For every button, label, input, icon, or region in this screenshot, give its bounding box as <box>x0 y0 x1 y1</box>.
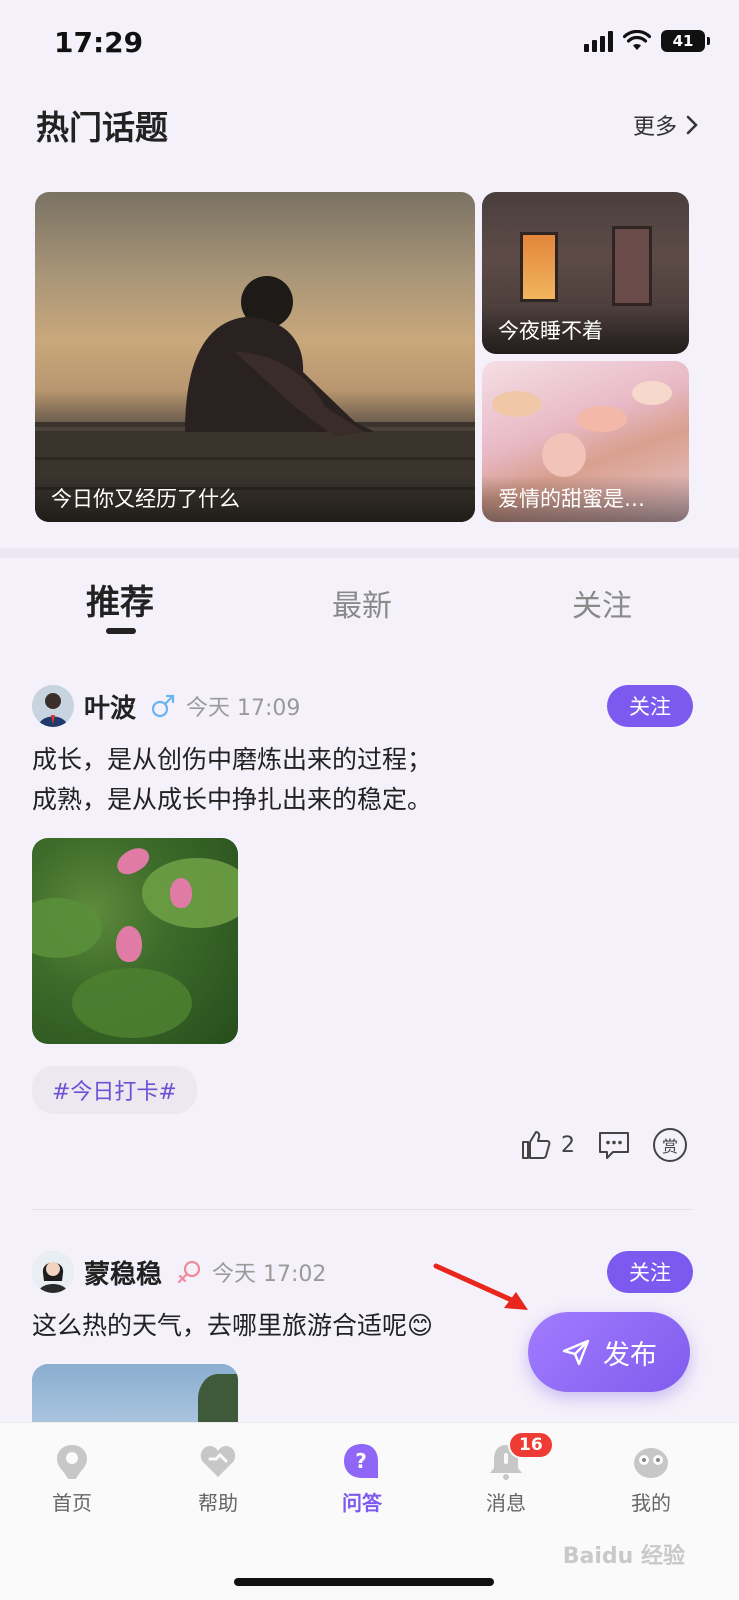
topic-label-love: 爱情的甜蜜是… <box>482 475 689 522</box>
status-bar: 17:29 41 <box>0 0 739 90</box>
like-button[interactable]: 2 <box>519 1128 575 1162</box>
hot-topics-title: 热门话题 <box>36 108 168 147</box>
bottom-tab-bar: 首页 帮助 ? 问答 16 消息 我的 Baidu 经验 <box>0 1422 739 1600</box>
author-name[interactable]: 蒙稳稳 <box>84 1254 162 1291</box>
svg-text:?: ? <box>355 1449 367 1473</box>
thumbs-up-icon <box>522 1131 551 1159</box>
author-name[interactable]: 叶波 <box>84 688 136 725</box>
post-text-line: 成长，是从创伤中磨炼出来的过程； <box>32 745 433 774</box>
tab-help[interactable]: 帮助 <box>178 1441 258 1516</box>
post-text: 成长，是从创伤中磨炼出来的过程； 成熟，是从成长中挣扎出来的稳定。 <box>32 740 693 820</box>
post-time: 今天 17:09 <box>186 696 301 721</box>
status-time: 17:29 <box>54 26 144 59</box>
bell-icon-wrap: 16 <box>486 1431 554 1481</box>
more-link[interactable]: 更多 <box>633 109 699 141</box>
male-icon <box>151 694 175 718</box>
sad-girl-image <box>35 276 475 522</box>
publish-button[interactable]: 发布 <box>528 1312 690 1392</box>
feed-tabs: 推荐 最新 关注 <box>0 575 739 635</box>
tab-recommend[interactable]: 推荐 <box>86 575 154 624</box>
macaron-image <box>492 391 542 417</box>
topic-card-main[interactable]: 今日你又经历了什么 <box>35 192 475 522</box>
post-image[interactable] <box>32 838 238 1044</box>
macaron-image <box>542 433 586 477</box>
reward-button[interactable]: 赏 <box>653 1128 687 1162</box>
post-text-line: 成熟，是从成长中挣扎出来的稳定。 <box>32 785 433 814</box>
tab-qa-label: 问答 <box>342 1491 382 1515</box>
section-divider <box>0 548 739 558</box>
topic-card-sleepless[interactable]: 今夜睡不着 <box>482 192 689 354</box>
tab-following[interactable]: 关注 <box>572 581 632 625</box>
lotus-image <box>32 838 238 1044</box>
home-indicator <box>234 1578 494 1586</box>
tab-indicator <box>106 628 136 634</box>
lit-window-image <box>520 232 558 302</box>
female-icon <box>177 1260 201 1284</box>
tab-help-label: 帮助 <box>198 1491 238 1515</box>
chevron-right-icon <box>686 115 698 135</box>
profile-icon <box>634 1448 668 1478</box>
post-image[interactable] <box>32 1364 238 1424</box>
tab-home-label: 首页 <box>52 1491 92 1515</box>
hot-topics-header: 热门话题 更多 <box>36 100 699 150</box>
more-label: 更多 <box>632 115 677 140</box>
avatar[interactable] <box>32 1251 74 1293</box>
post-time: 今天 17:02 <box>212 1262 327 1287</box>
battery-icon: 41 <box>661 30 710 52</box>
follow-button[interactable]: 关注 <box>607 685 693 727</box>
post-header: 蒙稳稳 今天 17:02 关注 <box>32 1250 693 1294</box>
follow-button[interactable]: 关注 <box>607 1251 693 1293</box>
topic-card-love[interactable]: 爱情的甜蜜是… <box>482 361 689 522</box>
tab-messages-label: 消息 <box>486 1491 526 1515</box>
status-icons: 41 <box>584 30 710 52</box>
hashtag-chip[interactable]: #今日打卡# <box>32 1066 197 1114</box>
tab-qa[interactable]: ? 问答 <box>322 1441 402 1516</box>
qa-icon: ? <box>344 1444 378 1478</box>
comment-button[interactable] <box>597 1128 631 1162</box>
tab-messages[interactable]: 16 消息 <box>466 1431 554 1516</box>
tab-home[interactable]: 首页 <box>32 1441 112 1516</box>
baidu-watermark: Baidu 经验 <box>562 1544 685 1569</box>
topic-label-sleepless: 今夜睡不着 <box>482 307 689 354</box>
wifi-icon <box>623 30 651 50</box>
topic-label-main: 今日你又经历了什么 <box>35 475 475 522</box>
publish-label: 发布 <box>603 1339 657 1371</box>
home-icon <box>57 1445 87 1479</box>
post-header: 叶波 今天 17:09 关注 <box>32 684 693 728</box>
tab-profile-label: 我的 <box>631 1491 671 1515</box>
dark-window-image <box>612 226 652 306</box>
message-badge: 16 <box>508 1431 554 1459</box>
tab-profile[interactable]: 我的 <box>611 1441 691 1516</box>
macaron-image <box>632 381 672 405</box>
post-actions: 2 赏 <box>519 1128 687 1162</box>
comment-icon <box>599 1132 629 1159</box>
signal-icon <box>584 30 613 52</box>
help-heart-icon <box>200 1446 236 1477</box>
post-separator <box>32 1209 693 1210</box>
send-icon <box>562 1339 590 1366</box>
like-count: 2 <box>561 1132 575 1158</box>
annotation-arrow <box>433 1263 528 1310</box>
avatar[interactable] <box>32 685 74 727</box>
sky-image <box>32 1364 238 1424</box>
tab-latest[interactable]: 最新 <box>332 581 392 625</box>
post-card: 叶波 今天 17:09 关注 成长，是从创伤中磨炼出来的过程； 成熟，是从成长中… <box>32 684 693 1114</box>
macaron-image <box>577 406 627 432</box>
